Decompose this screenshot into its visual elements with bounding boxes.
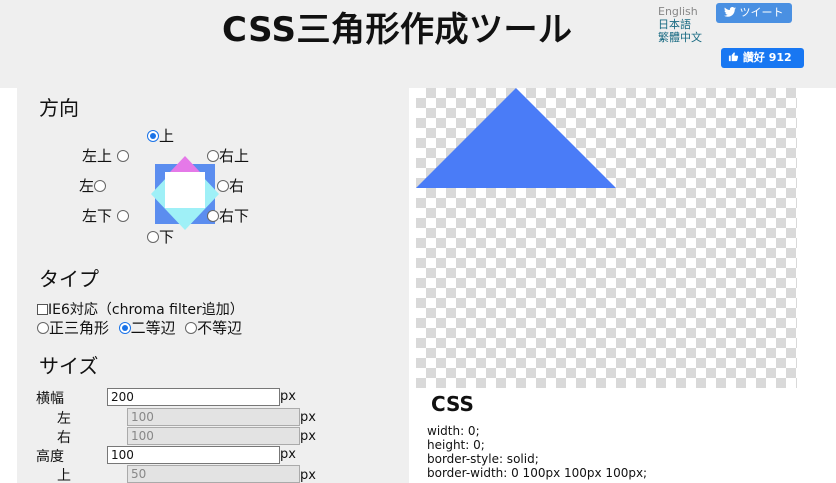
- facebook-like-button[interactable]: 讚好 912: [721, 48, 804, 68]
- direction-upper-left-radio[interactable]: [116, 150, 129, 162]
- direction-down-option[interactable]: 下: [147, 229, 174, 246]
- direction-lower-left-option[interactable]: 左下: [82, 208, 129, 225]
- height-label: 高度: [36, 449, 64, 465]
- width-input[interactable]: 200: [107, 388, 280, 406]
- settings-panel: 方向 上 左上 右上 左 右 左下 右下 下 タイプ IE6対応（chroma …: [17, 88, 409, 483]
- triangle-shape: [416, 88, 616, 188]
- type-heading: タイプ: [39, 267, 99, 291]
- type-equilateral-option[interactable]: 正三角形: [37, 319, 109, 337]
- direction-left-radio[interactable]: [94, 180, 107, 192]
- height-input[interactable]: 100: [107, 446, 280, 464]
- top-input[interactable]: 50: [127, 465, 300, 483]
- like-label: 讚好: [742, 51, 765, 64]
- left-unit: px: [300, 410, 316, 425]
- type-equilateral-radio[interactable]: [37, 322, 49, 334]
- left-input[interactable]: 100: [127, 408, 300, 426]
- like-count: 912: [768, 51, 792, 64]
- tweet-button[interactable]: ツイート: [716, 3, 792, 23]
- left-label: 左: [57, 411, 71, 427]
- direction-right-option[interactable]: 右: [217, 178, 244, 195]
- type-isosceles-option[interactable]: 二等辺: [118, 319, 176, 337]
- right-label: 右: [57, 430, 71, 446]
- size-heading: サイズ: [39, 354, 99, 378]
- direction-lower-right-radio[interactable]: [207, 210, 219, 222]
- direction-heading: 方向: [39, 96, 79, 120]
- css-heading: CSS: [431, 392, 474, 416]
- height-unit: px: [280, 447, 296, 462]
- twitter-bird-icon: [724, 7, 736, 17]
- top-unit: px: [300, 468, 316, 483]
- language-switcher: English 日本語 繁體中文: [658, 5, 702, 44]
- language-chinese[interactable]: 繁體中文: [658, 31, 702, 44]
- direction-upper-right-option[interactable]: 右上: [207, 148, 249, 165]
- direction-up-radio[interactable]: [147, 130, 159, 142]
- direction-up-option[interactable]: 上: [147, 128, 174, 145]
- type-scalene-option[interactable]: 不等辺: [185, 319, 242, 337]
- width-unit: px: [280, 389, 296, 404]
- type-isosceles-radio[interactable]: [118, 322, 131, 334]
- type-scalene-radio[interactable]: [185, 322, 198, 334]
- direction-lower-left-radio[interactable]: [116, 210, 129, 222]
- language-english[interactable]: English: [658, 5, 698, 18]
- header-bar: CSS三角形作成ツール English 日本語 繁體中文 ツイート 讚好 912: [0, 0, 836, 88]
- triangle-preview: [416, 88, 797, 388]
- direction-down-radio[interactable]: [147, 231, 159, 243]
- type-options: 正三角形 二等辺 不等辺: [37, 320, 242, 337]
- direction-lower-right-option[interactable]: 右下: [207, 208, 249, 225]
- thumbs-up-icon: [728, 52, 739, 62]
- direction-right-radio[interactable]: [217, 180, 229, 192]
- ie6-option[interactable]: IE6対応（chroma filter追加）: [37, 302, 244, 319]
- language-japanese[interactable]: 日本語: [658, 18, 702, 31]
- css-line-height: height: 0;: [427, 438, 485, 452]
- page-title: CSS三角形作成ツール: [222, 10, 573, 50]
- tweet-label: ツイート: [739, 6, 784, 19]
- css-line-width: width: 0;: [427, 424, 480, 438]
- top-label: 上: [57, 468, 71, 483]
- css-line-border-style: border-style: solid;: [427, 452, 539, 466]
- width-label: 横幅: [36, 391, 64, 407]
- direction-upper-left-option[interactable]: 左上: [82, 148, 129, 165]
- right-input[interactable]: 100: [127, 427, 300, 445]
- right-unit: px: [300, 429, 316, 444]
- direction-left-option[interactable]: 左: [79, 178, 107, 195]
- direction-upper-right-radio[interactable]: [207, 150, 219, 162]
- css-line-border-width: border-width: 0 100px 100px 100px;: [427, 466, 648, 480]
- ie6-checkbox[interactable]: [37, 304, 48, 315]
